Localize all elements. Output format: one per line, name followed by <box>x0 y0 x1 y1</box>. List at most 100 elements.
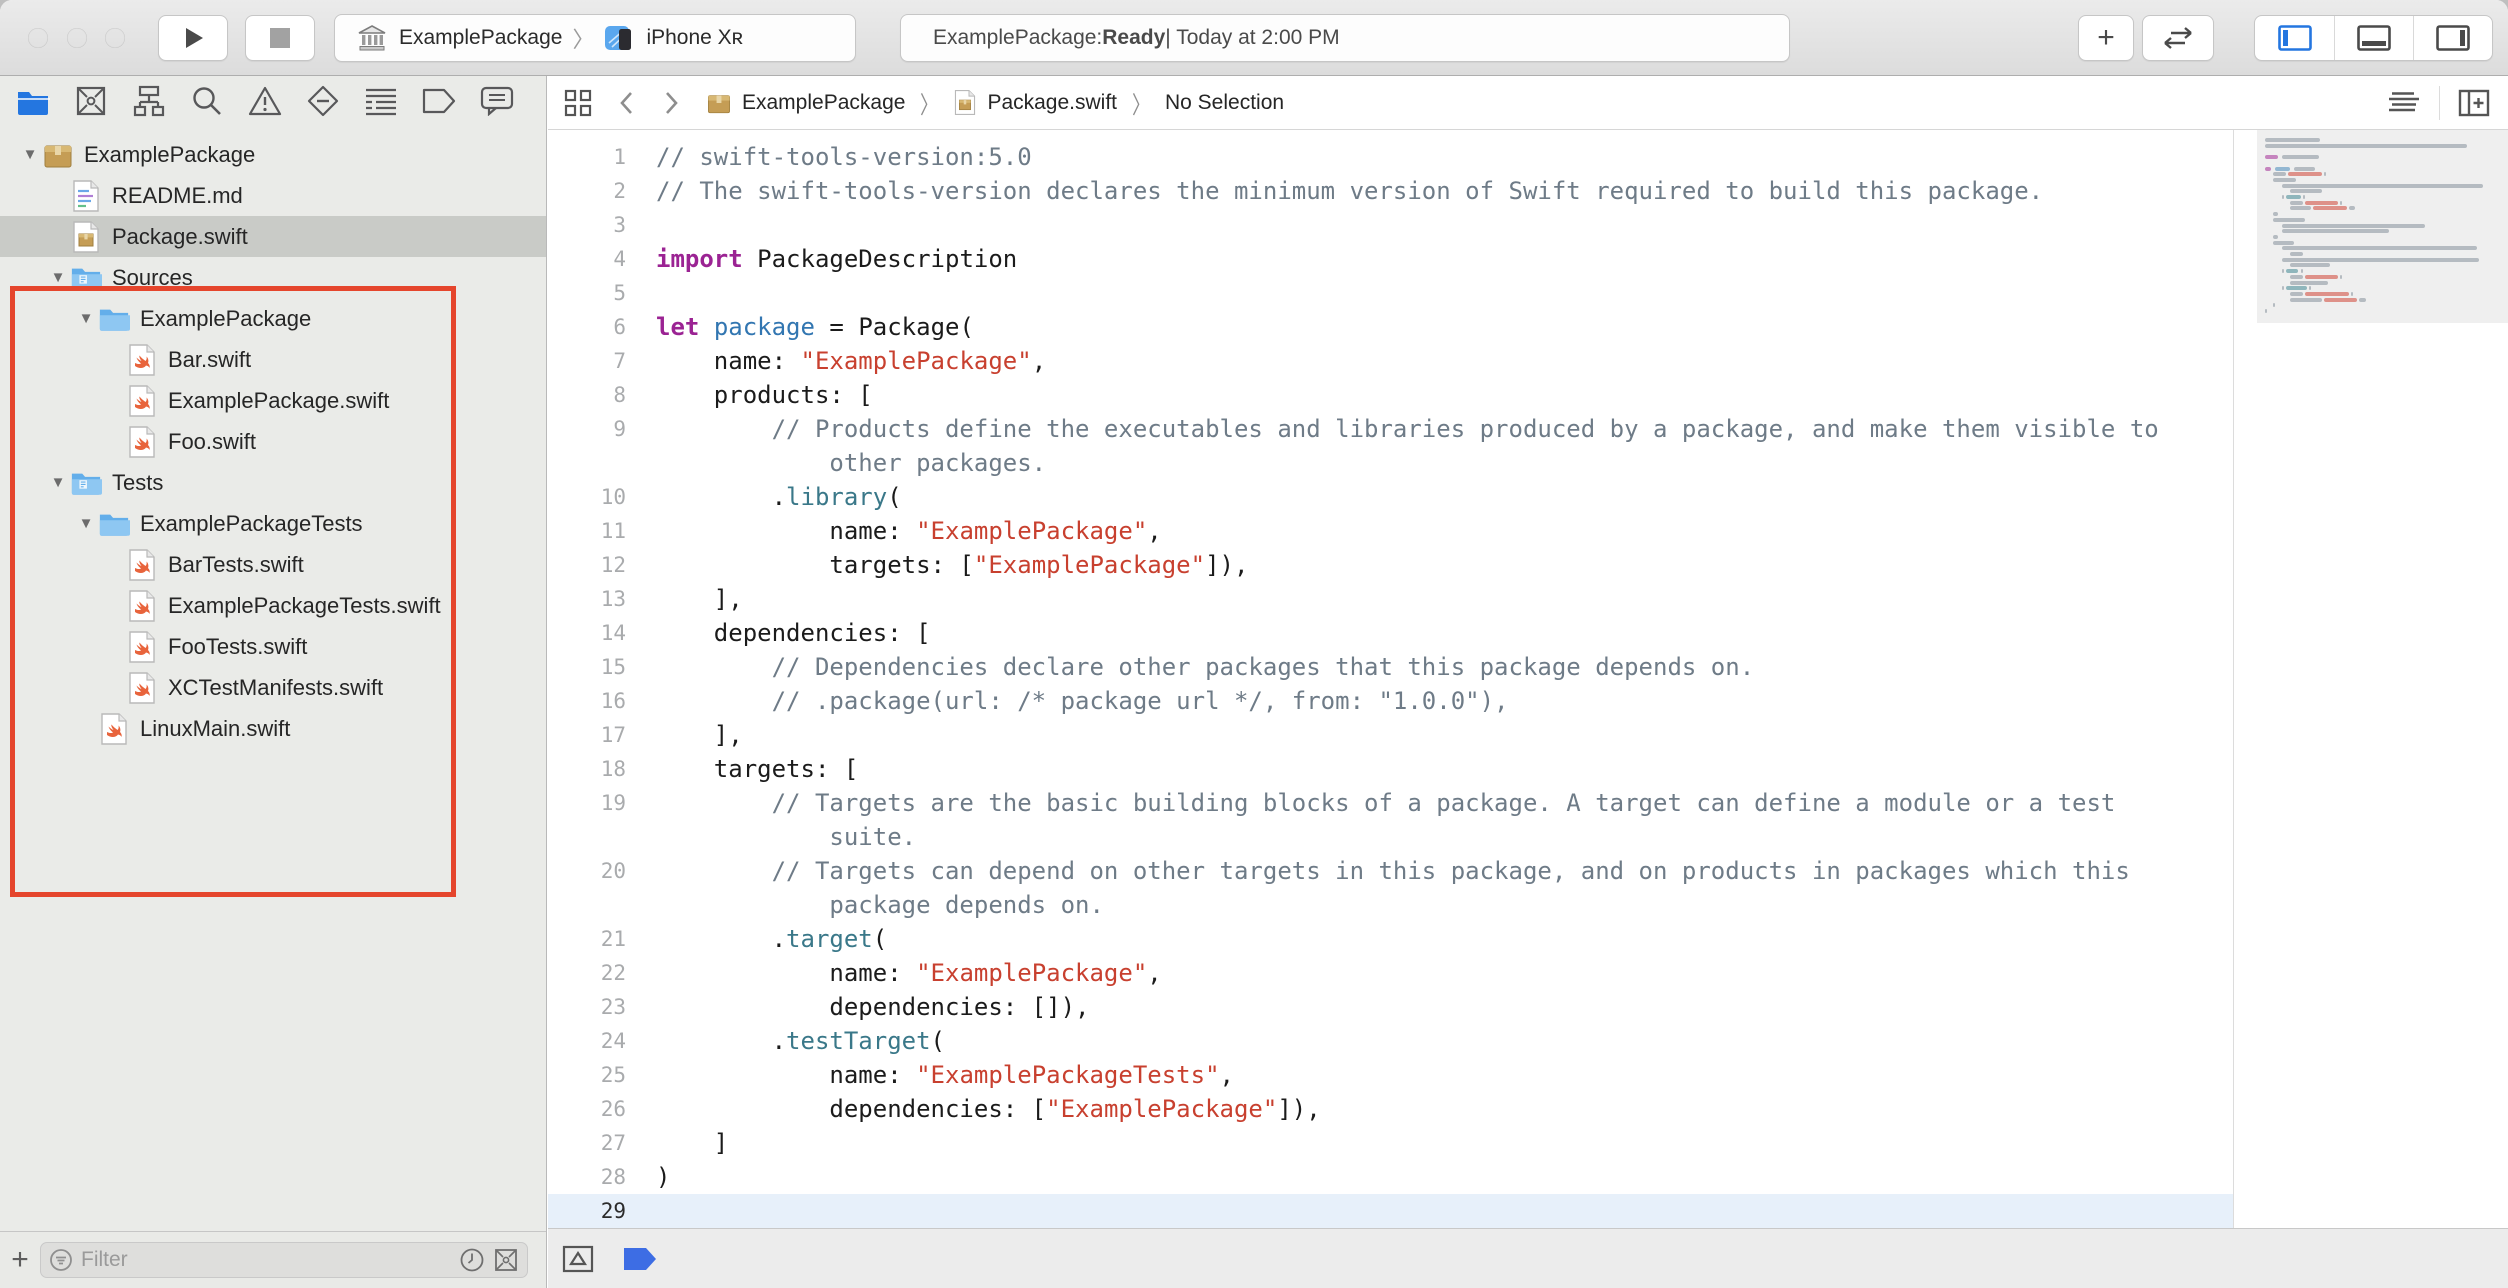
minimap-line <box>2265 309 2267 313</box>
jumpbar-divider <box>2439 86 2440 120</box>
minimap-line <box>2340 275 2342 279</box>
related-items-icon[interactable] <box>564 89 592 117</box>
navigator-tab-source-control[interactable] <box>73 85 108 121</box>
add-editor-button[interactable] <box>2458 89 2490 117</box>
activity-status: ExamplePackage: Ready | Today at 2:00 PM <box>900 14 1790 62</box>
tree-item-examplepackage-swift[interactable]: ExamplePackage.swift <box>0 380 546 421</box>
source-code-editor[interactable]: 1// swift-tools-version:5.02// The swift… <box>548 130 2233 1228</box>
line-number: 15 <box>548 650 626 684</box>
line-number: 9 <box>548 412 626 446</box>
tree-item-sources[interactable]: ▼Sources <box>0 257 546 298</box>
code-line-wrap: package depends on. <box>548 888 2233 922</box>
tree-item-examplepackagetests-swift[interactable]: ExamplePackageTests.swift <box>0 585 546 626</box>
minimize-window-button[interactable] <box>67 28 87 48</box>
code-line-22: 22 name: "ExamplePackage", <box>548 956 2233 990</box>
minimap-line <box>2290 275 2303 279</box>
breakpoint-icon[interactable] <box>622 1246 658 1272</box>
disclosure-triangle-icon[interactable]: ▼ <box>74 310 98 327</box>
toggle-debug-area-button[interactable] <box>2334 16 2413 60</box>
zoom-window-button[interactable] <box>105 28 125 48</box>
run-button[interactable] <box>158 15 228 61</box>
breadcrumb-label: No Selection <box>1165 91 1284 115</box>
line-number: 29 <box>548 1194 626 1228</box>
breadcrumb-label: ExamplePackage <box>742 91 905 115</box>
issues-toggle-icon[interactable] <box>562 1245 594 1273</box>
close-window-button[interactable] <box>28 28 48 48</box>
minimap-line <box>2282 155 2320 159</box>
filter-input[interactable]: Filter <box>40 1242 528 1278</box>
code-line-4: 4import PackageDescription <box>548 242 2233 276</box>
editor-options-icon[interactable] <box>2387 90 2421 116</box>
project-icon <box>16 86 50 121</box>
tree-item-foo-swift[interactable]: Foo.swift <box>0 421 546 462</box>
minimap-line <box>2286 195 2301 199</box>
navigator-tab-debug[interactable] <box>363 85 398 121</box>
version-editor-button[interactable] <box>2142 15 2214 61</box>
disclosure-triangle-icon[interactable]: ▼ <box>46 474 70 491</box>
disclosure-triangle-icon[interactable]: ▼ <box>74 515 98 532</box>
code-line-1: 1// swift-tools-version:5.0 <box>548 140 2233 174</box>
toggle-navigator-button[interactable] <box>2255 16 2334 60</box>
source-control-status-icon[interactable] <box>493 1247 519 1273</box>
minimap-line <box>2273 235 2277 239</box>
filter-icon <box>49 1248 73 1272</box>
add-file-button[interactable]: + <box>0 1243 40 1277</box>
code-line-15: 15 // Dependencies declare other package… <box>548 650 2233 684</box>
tree-item-xctestmanifests-swift[interactable]: XCTestManifests.swift <box>0 667 546 708</box>
tree-item-bar-swift[interactable]: Bar.swift <box>0 339 546 380</box>
toggle-inspector-button[interactable] <box>2413 16 2492 60</box>
tree-item-tests[interactable]: ▼Tests <box>0 462 546 503</box>
jump-bar: ExamplePackage〉Package.swift〉No Selectio… <box>548 76 2508 130</box>
code-line-5: 5 <box>548 276 2233 310</box>
line-number: 10 <box>548 480 626 514</box>
package-icon <box>706 90 732 116</box>
breadcrumb-item-package-swift[interactable]: Package.swift <box>953 89 1117 116</box>
code-line-24: 24 .testTarget( <box>548 1024 2233 1058</box>
code-line-27: 27 ] <box>548 1126 2233 1160</box>
symbols-icon <box>132 85 166 122</box>
navigator-tab-project[interactable] <box>15 85 50 121</box>
stop-button[interactable] <box>245 15 315 61</box>
go-forward-button[interactable] <box>664 90 680 116</box>
swift-icon <box>126 590 158 622</box>
navigator-tab-find[interactable] <box>189 85 224 121</box>
minimap-line <box>2313 206 2347 210</box>
tree-item-linuxmain-swift[interactable]: LinuxMain.swift <box>0 708 546 749</box>
recent-files-icon[interactable] <box>459 1247 485 1273</box>
breadcrumb-item-no-selection[interactable]: No Selection <box>1165 91 1284 115</box>
minimap-line <box>2288 172 2322 176</box>
add-library-button[interactable]: + <box>2078 15 2134 61</box>
tree-item-examplepackage[interactable]: ▼ExamplePackage <box>0 134 546 175</box>
filter-placeholder: Filter <box>81 1248 459 1272</box>
navigator-tab-issues[interactable] <box>247 85 282 121</box>
navigator-tab-reports[interactable] <box>479 85 514 121</box>
code-line-3: 3 <box>548 208 2233 242</box>
code-line-6: 6let package = Package( <box>548 310 2233 344</box>
tree-item-readme-md[interactable]: README.md <box>0 175 546 216</box>
code-line-17: 17 ], <box>548 718 2233 752</box>
tree-item-package-swift[interactable]: Package.swift <box>0 216 546 257</box>
scheme-selector[interactable]: ExamplePackage 〉 iPhone Xʀ <box>334 14 856 62</box>
find-icon <box>191 85 223 122</box>
go-back-button[interactable] <box>618 90 634 116</box>
line-number: 25 <box>548 1058 626 1092</box>
code-line-9: 9 // Products define the executables and… <box>548 412 2233 446</box>
tree-item-examplepackagetests[interactable]: ▼ ExamplePackageTests <box>0 503 546 544</box>
navigator-tab-symbols[interactable] <box>131 85 166 121</box>
line-number <box>548 820 626 854</box>
disclosure-triangle-icon[interactable]: ▼ <box>18 146 42 163</box>
tree-item-bartests-swift[interactable]: BarTests.swift <box>0 544 546 585</box>
navigator-tab-breakpoints[interactable] <box>421 85 456 121</box>
minimap[interactable] <box>2257 130 2508 323</box>
navigator-tab-tests[interactable] <box>305 85 340 121</box>
line-number: 26 <box>548 1092 626 1126</box>
tree-item-label: FooTests.swift <box>168 634 307 660</box>
breadcrumb-item-examplepackage[interactable]: ExamplePackage <box>706 90 905 116</box>
tree-item-examplepackage[interactable]: ▼ExamplePackage <box>0 298 546 339</box>
disclosure-triangle-icon[interactable]: ▼ <box>46 269 70 286</box>
breadcrumb-separator: 〉 <box>1132 85 1150 120</box>
tree-item-label: ExamplePackageTests <box>140 511 363 537</box>
editor-pane: ExamplePackage〉Package.swift〉No Selectio… <box>548 76 2508 1288</box>
tree-item-footests-swift[interactable]: FooTests.swift <box>0 626 546 667</box>
package-doc-icon <box>953 89 977 116</box>
